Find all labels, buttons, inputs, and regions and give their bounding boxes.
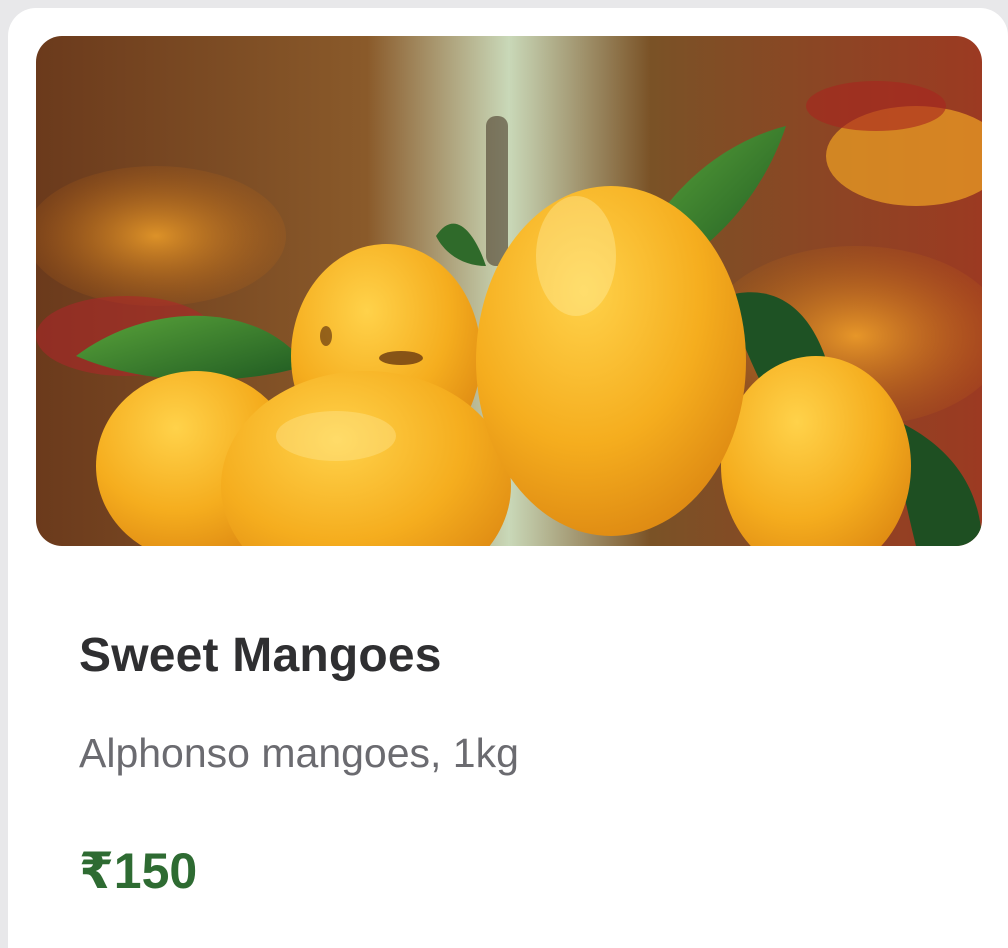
product-card[interactable]: Sweet Mangoes Alphonso mangoes, 1kg ₹150: [8, 8, 1008, 948]
mangoes-photo: [36, 36, 982, 546]
product-description: Alphonso mangoes, 1kg: [79, 730, 519, 776]
product-title: Sweet Mangoes: [79, 629, 442, 682]
product-price: ₹150: [79, 843, 198, 899]
product-image[interactable]: [36, 36, 982, 546]
